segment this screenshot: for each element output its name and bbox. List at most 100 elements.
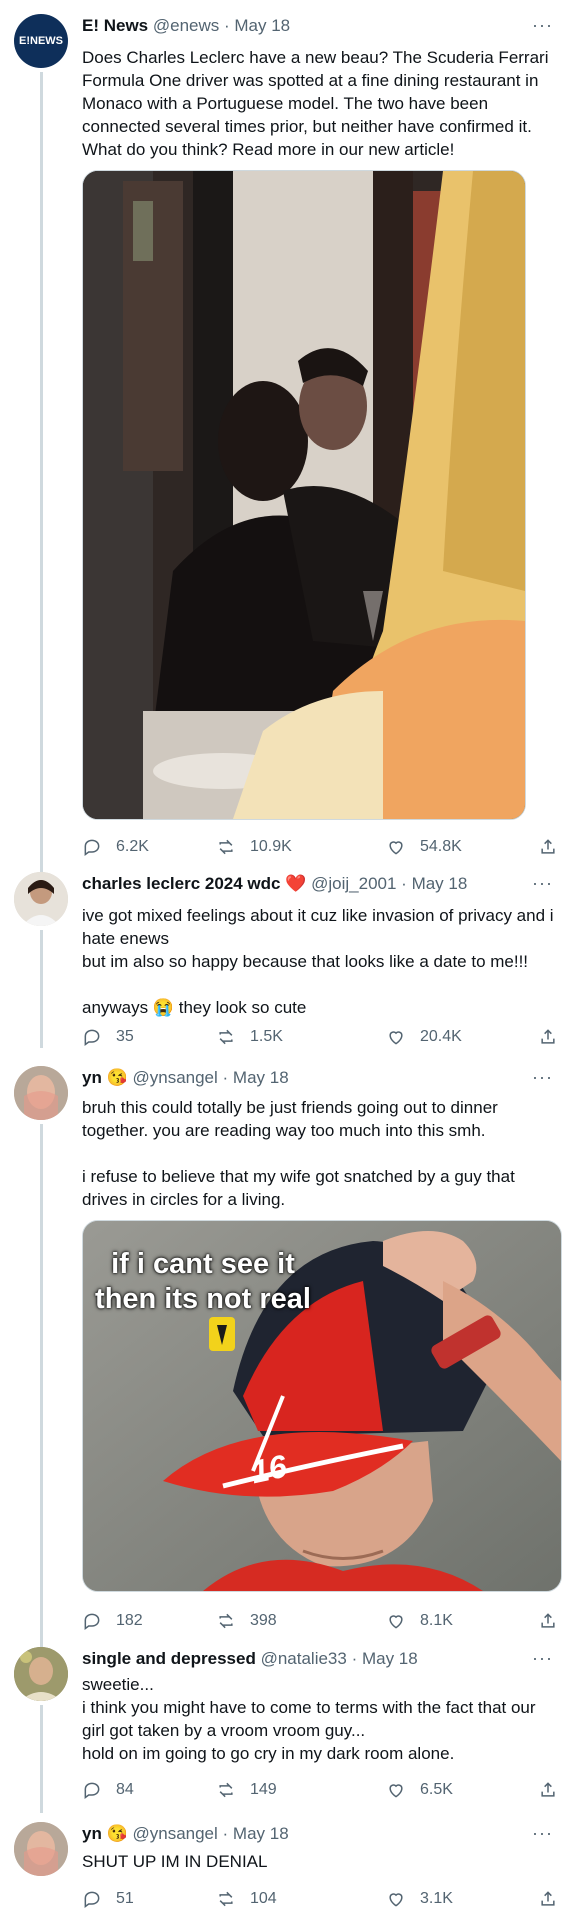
retweet-count: 104: [250, 1890, 277, 1907]
tweet-actions: 182 398 8.1K: [82, 1608, 560, 1634]
reply-button[interactable]: 51: [82, 1886, 134, 1912]
like-icon: [389, 1784, 403, 1798]
more-icon[interactable]: ···: [532, 1068, 553, 1086]
reply-icon: [84, 1029, 100, 1046]
reply-button[interactable]: 35: [82, 1024, 134, 1050]
reply-button[interactable]: 6.2K: [82, 834, 149, 860]
avatar-photo: [14, 1066, 68, 1120]
share-button[interactable]: [538, 1886, 558, 1912]
avatar[interactable]: [14, 872, 68, 926]
thread-line: [40, 1124, 43, 1654]
timestamp[interactable]: May 18: [234, 16, 290, 35]
like-icon: [389, 1031, 403, 1045]
timestamp[interactable]: May 18: [362, 1649, 418, 1668]
thread-line: [40, 930, 43, 1048]
reply-count: 84: [116, 1781, 134, 1798]
tweet-text: bruh this could totally be just friends …: [82, 1098, 515, 1209]
tweet-reply-ynsangel: yn 😘 @ynsangel · May 18 ··· bruh this co…: [0, 1060, 575, 1658]
avatar-photo: [14, 1647, 68, 1701]
avatar[interactable]: [14, 1066, 68, 1120]
like-count: 3.1K: [420, 1890, 453, 1907]
retweet-count: 1.5K: [250, 1028, 283, 1045]
meme-caption: if i cant see it then its not real: [83, 1247, 323, 1317]
share-button[interactable]: [538, 1777, 558, 1803]
like-count: 54.8K: [420, 838, 462, 855]
handle[interactable]: @ynsangel: [132, 1824, 217, 1843]
display-name[interactable]: yn: [82, 1824, 102, 1843]
like-icon: [389, 1615, 403, 1629]
like-icon: [389, 841, 403, 855]
handle[interactable]: @enews: [153, 16, 219, 35]
tweet-text: Does Charles Leclerc have a new beau? Th…: [82, 48, 549, 159]
like-count: 20.4K: [420, 1028, 462, 1045]
like-button[interactable]: 54.8K: [386, 834, 462, 860]
tweet-reply-ynsangel-2: yn 😘 @ynsangel · May 18 ··· SHUT UP IM I…: [0, 1820, 575, 1920]
tweet-reply-joij: charles leclerc 2024 wdc ❤️ @joij_2001 ·…: [0, 862, 575, 1052]
timestamp[interactable]: May 18: [233, 1824, 289, 1843]
tweet-text: SHUT UP IM IN DENIAL: [82, 1852, 268, 1871]
display-name[interactable]: single and depressed: [82, 1649, 256, 1668]
retweet-icon: [219, 1782, 233, 1798]
more-icon[interactable]: ···: [532, 1649, 553, 1667]
like-button[interactable]: 20.4K: [386, 1024, 462, 1050]
more-icon[interactable]: ···: [532, 16, 553, 34]
tweet-actions: 6.2K 10.9K 54.8K: [82, 834, 560, 860]
separator: ·: [396, 874, 412, 893]
tweet-enews: E!NEWS E! News @enews · May 18 ··· Does …: [0, 0, 575, 880]
retweet-button[interactable]: 149: [216, 1777, 277, 1803]
cap-number: 16: [247, 1447, 290, 1491]
retweet-button[interactable]: 104: [216, 1886, 277, 1912]
retweet-button[interactable]: 1.5K: [216, 1024, 283, 1050]
reply-button[interactable]: 182: [82, 1608, 143, 1634]
tweet-actions: 51 104 3.1K: [82, 1886, 560, 1912]
tweet-photo[interactable]: if i cant see it then its not real 16: [82, 1220, 562, 1592]
retweet-count: 398: [250, 1612, 277, 1629]
avatar[interactable]: E!NEWS: [14, 14, 68, 68]
meme-caption-line1: if i cant see it: [111, 1248, 295, 1280]
reply-count: 51: [116, 1890, 134, 1907]
like-count: 6.5K: [420, 1781, 453, 1798]
reply-icon: [84, 1613, 100, 1630]
tweet-photo[interactable]: [82, 170, 526, 820]
share-icon: [541, 1782, 555, 1797]
like-icon: [389, 1893, 403, 1907]
retweet-icon: [219, 1891, 233, 1907]
more-icon[interactable]: ···: [532, 1824, 553, 1842]
tweet-actions: 84 149 6.5K: [82, 1777, 560, 1803]
handle[interactable]: @natalie33: [261, 1649, 347, 1668]
like-button[interactable]: 3.1K: [386, 1886, 453, 1912]
like-button[interactable]: 6.5K: [386, 1777, 453, 1803]
reply-button[interactable]: 84: [82, 1777, 134, 1803]
reply-icon: [84, 1782, 100, 1799]
retweet-icon: [219, 1613, 233, 1629]
separator: ·: [217, 1068, 233, 1087]
reply-count: 182: [116, 1612, 143, 1629]
avatar-photo: [14, 872, 68, 926]
display-name[interactable]: charles leclerc 2024 wdc: [82, 874, 280, 893]
share-button[interactable]: [538, 1024, 558, 1050]
share-button[interactable]: [538, 1608, 558, 1634]
handle[interactable]: @ynsangel: [132, 1068, 217, 1087]
retweet-button[interactable]: 398: [216, 1608, 277, 1634]
display-name[interactable]: E! News: [82, 16, 148, 35]
more-icon[interactable]: ···: [532, 874, 553, 892]
avatar-photo: [14, 1822, 68, 1876]
timestamp[interactable]: May 18: [233, 1068, 289, 1087]
separator: ·: [217, 1824, 233, 1843]
display-name[interactable]: yn: [82, 1068, 102, 1087]
avatar[interactable]: [14, 1647, 68, 1701]
reply-count: 6.2K: [116, 838, 149, 855]
share-button[interactable]: [538, 834, 558, 860]
retweet-button[interactable]: 10.9K: [216, 834, 292, 860]
retweet-count: 10.9K: [250, 838, 292, 855]
timestamp[interactable]: May 18: [412, 874, 468, 893]
handle[interactable]: @joij_2001: [311, 874, 396, 893]
separator: ·: [346, 1649, 362, 1668]
retweet-icon: [219, 839, 233, 855]
share-icon: [541, 839, 555, 854]
heart-emoji: ❤️: [285, 874, 307, 893]
like-button[interactable]: 8.1K: [386, 1608, 453, 1634]
avatar[interactable]: [14, 1822, 68, 1876]
tweet-actions: 35 1.5K 20.4K: [82, 1024, 560, 1050]
share-icon: [541, 1891, 555, 1906]
